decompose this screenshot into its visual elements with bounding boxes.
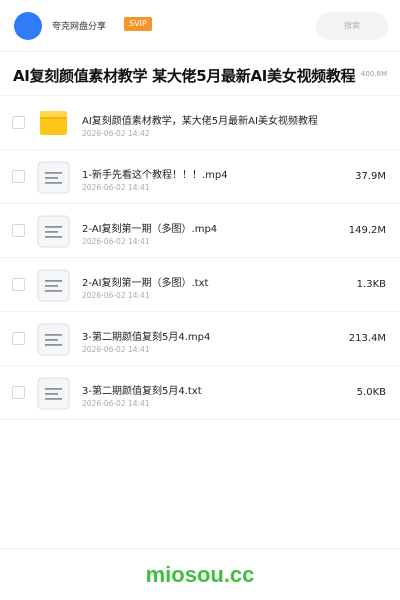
- checkbox[interactable]: [12, 224, 25, 237]
- checkbox[interactable]: [12, 116, 25, 129]
- total-size: 400.6M: [360, 70, 387, 78]
- document-icon: [37, 215, 70, 248]
- checkbox[interactable]: [12, 332, 25, 345]
- file-size: 5.0KB: [356, 387, 386, 398]
- file-date: 2026-06-02 14:41: [82, 183, 150, 192]
- file-size: 213.4M: [348, 333, 386, 344]
- footer: miosou.cc: [0, 548, 400, 600]
- svip-badge: SVIP: [124, 17, 152, 31]
- document-icon: [37, 377, 70, 410]
- file-name: 2-AI复刻第一期（多图）.mp4: [82, 224, 218, 235]
- file-date: 2026-06-02 14:41: [82, 345, 150, 354]
- document-icon: [37, 161, 70, 194]
- file-name: AI复刻颜值素材教学，某大佬5月最新AI美女视频教程: [82, 116, 318, 127]
- header: 夸克网盘分享 SVIP 搜索: [0, 0, 400, 52]
- document-icon: [37, 323, 70, 356]
- search-input[interactable]: 搜索: [316, 12, 388, 40]
- list-item[interactable]: 2-AI复刻第一期（多图）.txt 2026-06-02 14:41 1.3KB: [0, 258, 400, 312]
- file-size: 1.3KB: [356, 279, 386, 290]
- file-date: 2026-06-02 14:41: [82, 399, 150, 408]
- page-title: AI复刻颜值素材教学 某大佬5月最新AI美女视频教程: [13, 67, 356, 85]
- document-icon: [37, 269, 70, 302]
- share-title-row: AI复刻颜值素材教学 某大佬5月最新AI美女视频教程 400.6M: [0, 52, 400, 96]
- checkbox[interactable]: [12, 386, 25, 399]
- list-item[interactable]: 3-第二期颜值复刻5月4.mp4 2026-06-02 14:41 213.4M: [0, 312, 400, 366]
- file-size: 149.2M: [348, 225, 386, 236]
- site-name: 夸克网盘分享: [52, 22, 107, 32]
- file-name: 1-新手先看这个教程！！！.mp4: [82, 170, 228, 181]
- file-name: 3-第二期颜值复刻5月4.txt: [82, 386, 202, 397]
- file-list: AI复刻颜值素材教学，某大佬5月最新AI美女视频教程 2026-06-02 14…: [0, 96, 400, 420]
- checkbox[interactable]: [12, 278, 25, 291]
- file-name: 3-第二期颜值复刻5月4.mp4: [82, 332, 211, 343]
- avatar[interactable]: [14, 12, 42, 40]
- file-date: 2026-06-02 14:41: [82, 237, 150, 246]
- list-item[interactable]: 2-AI复刻第一期（多图）.mp4 2026-06-02 14:41 149.2…: [0, 204, 400, 258]
- checkbox[interactable]: [12, 170, 25, 183]
- file-date: 2026-06-02 14:41: [82, 291, 150, 300]
- folder-icon: [37, 107, 70, 140]
- list-item[interactable]: AI复刻颜值素材教学，某大佬5月最新AI美女视频教程 2026-06-02 14…: [0, 96, 400, 150]
- brand-watermark[interactable]: miosou.cc: [0, 562, 400, 588]
- list-item[interactable]: 1-新手先看这个教程！！！.mp4 2026-06-02 14:41 37.9M: [0, 150, 400, 204]
- list-item[interactable]: 3-第二期颜值复刻5月4.txt 2026-06-02 14:41 5.0KB: [0, 366, 400, 420]
- file-size: 37.9M: [355, 171, 386, 182]
- file-name: 2-AI复刻第一期（多图）.txt: [82, 278, 209, 289]
- file-date: 2026-06-02 14:42: [82, 129, 150, 138]
